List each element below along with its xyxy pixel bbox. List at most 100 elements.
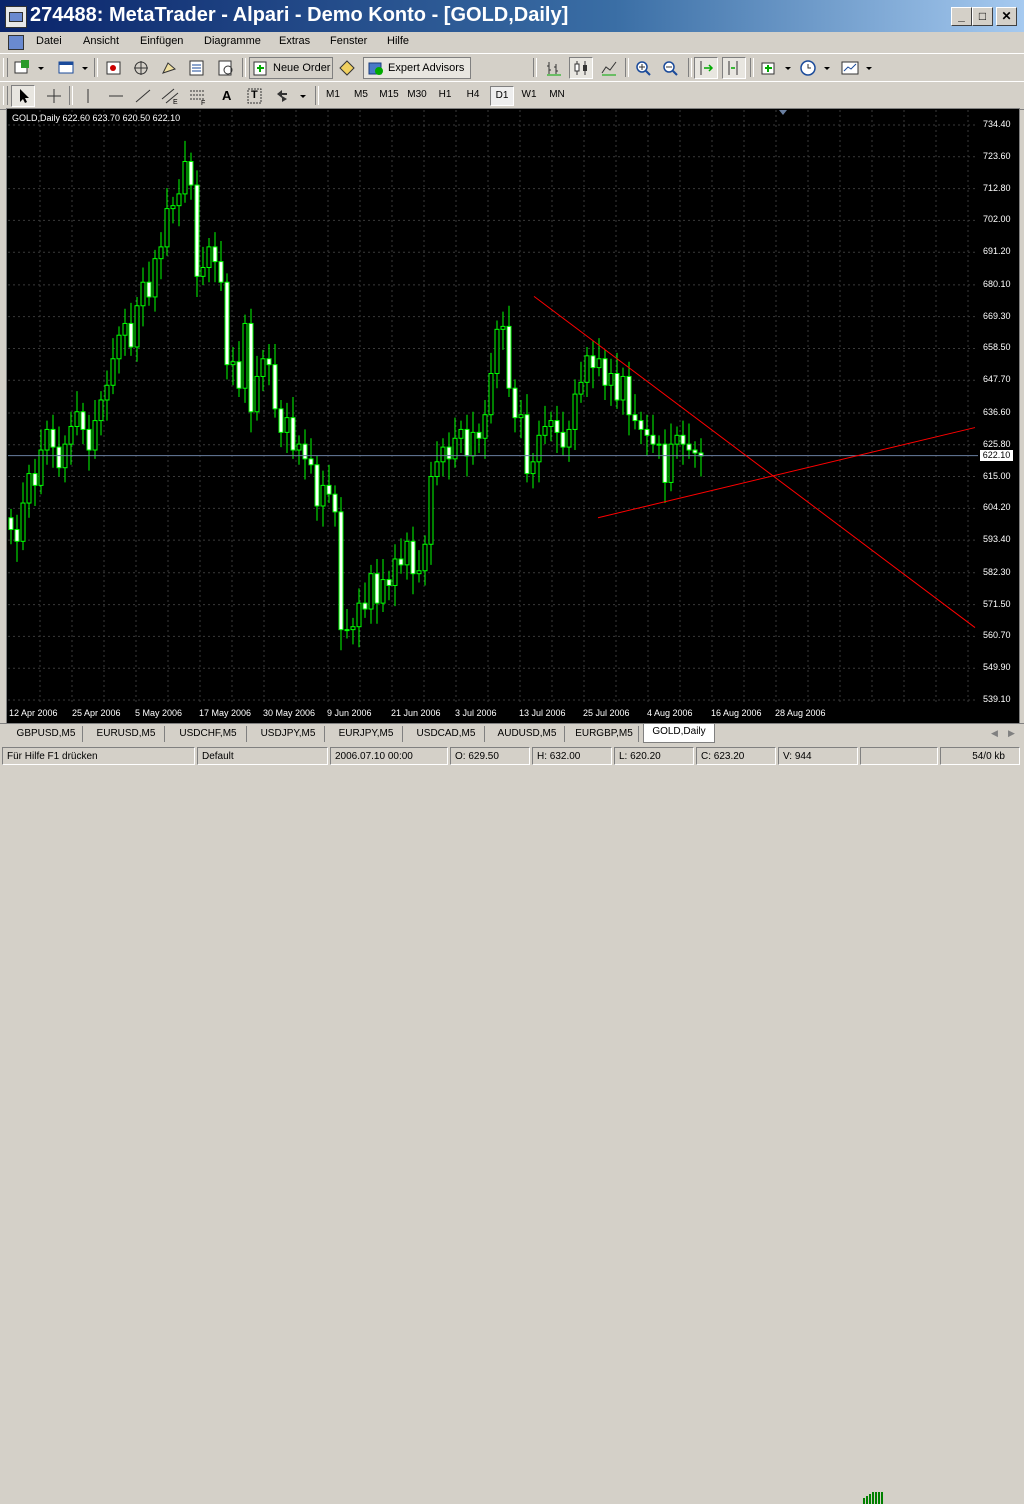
tab-audusd[interactable]: AUDUSD,M5 xyxy=(490,726,565,742)
price-axis-label: 658.50 xyxy=(983,342,1011,353)
vertical-line-icon[interactable] xyxy=(76,85,100,107)
timeframe-d1[interactable]: D1 xyxy=(490,86,514,106)
price-axis-label: 647.70 xyxy=(983,374,1011,385)
tab-gbpusd[interactable]: GBPUSD,M5 xyxy=(10,726,83,742)
arrows-icon[interactable] xyxy=(271,85,311,107)
timeframe-m1[interactable]: M1 xyxy=(322,86,344,104)
timeframe-h4[interactable]: H4 xyxy=(462,86,484,104)
price-axis-label: 723.60 xyxy=(983,150,1011,161)
title-bar: 274488: MetaTrader - Alpari - Demo Konto… xyxy=(0,0,1024,32)
tab-scroll-right-icon[interactable]: ▶ xyxy=(1008,728,1015,739)
price-axis-label: 636.60 xyxy=(983,406,1011,417)
cursor-icon[interactable] xyxy=(11,85,35,107)
zoom-in-icon[interactable] xyxy=(632,57,656,79)
timeframe-mn[interactable]: MN xyxy=(545,86,569,104)
crosshair-icon[interactable] xyxy=(42,85,66,107)
status-help: Für Hilfe F1 drücken xyxy=(2,747,195,765)
close-button[interactable]: ✕ xyxy=(996,7,1017,26)
status-connection xyxy=(860,747,938,765)
timeframe-h1[interactable]: H1 xyxy=(434,86,456,104)
menu-fenster[interactable]: Fenster xyxy=(330,35,367,47)
market-watch-icon[interactable] xyxy=(102,57,126,79)
svg-text:F: F xyxy=(201,100,205,106)
new-chart-icon[interactable] xyxy=(10,57,46,79)
menu-einfuegen[interactable]: Einfügen xyxy=(140,35,183,47)
bar-chart-icon[interactable] xyxy=(542,57,566,79)
new-order-label: Neue Order xyxy=(273,62,331,74)
navigator-icon[interactable] xyxy=(129,57,153,79)
price-axis-label: 571.50 xyxy=(983,598,1011,609)
text-tool-icon[interactable]: A xyxy=(215,85,239,107)
maximize-button[interactable]: □ xyxy=(972,7,993,26)
line-chart-icon[interactable] xyxy=(597,57,621,79)
date-axis-label: 12 Apr 2006 xyxy=(9,708,58,718)
zoom-out-icon[interactable] xyxy=(659,57,683,79)
standard-toolbar: Neue Order Expert Advisors xyxy=(0,53,1024,82)
app-icon xyxy=(5,6,27,28)
status-profile: Default xyxy=(197,747,328,765)
price-axis-label: 712.80 xyxy=(983,182,1011,193)
menu-hilfe[interactable]: Hilfe xyxy=(387,35,409,47)
timeframe-w1[interactable]: W1 xyxy=(518,86,540,104)
profiles-icon[interactable] xyxy=(54,57,90,79)
tab-eurjpy[interactable]: EURJPY,M5 xyxy=(330,726,403,742)
date-axis-label: 30 May 2006 xyxy=(263,708,316,718)
price-axis-label: 593.40 xyxy=(983,534,1011,545)
menu-datei[interactable]: Datei xyxy=(36,35,62,47)
date-axis-label: 13 Jul 2006 xyxy=(519,708,566,718)
document-icon[interactable] xyxy=(8,35,24,50)
status-low: L: 620.20 xyxy=(614,747,694,765)
tab-usdcad[interactable]: USDCAD,M5 xyxy=(408,726,485,742)
metaeditor-icon[interactable] xyxy=(335,57,359,79)
drawing-toolbar: E F A T M1 M5 M15 M30 H1 H4 D1 W1 MN xyxy=(0,81,1024,110)
price-axis-label: 734.40 xyxy=(983,119,1011,129)
templates-icon[interactable] xyxy=(838,57,874,79)
new-order-button[interactable]: Neue Order xyxy=(249,57,333,79)
menu-ansicht[interactable]: Ansicht xyxy=(83,35,119,47)
chart-header: GOLD,Daily 622.60 623.70 620.50 622.10 xyxy=(12,113,181,123)
price-axis-label: 625.80 xyxy=(983,438,1011,449)
equidistant-channel-icon[interactable]: E xyxy=(158,85,182,107)
timeframe-m15[interactable]: M15 xyxy=(377,86,401,104)
trendline-icon[interactable] xyxy=(131,85,155,107)
date-axis-label: 4 Aug 2006 xyxy=(647,708,693,718)
date-axis-label: 9 Jun 2006 xyxy=(327,708,372,718)
date-axis-label: 5 May 2006 xyxy=(135,708,183,718)
menu-diagramme[interactable]: Diagramme xyxy=(204,35,261,47)
indicators-icon[interactable] xyxy=(757,57,793,79)
expert-advisors-icon xyxy=(368,62,383,75)
date-axis-label: 28 Aug 2006 xyxy=(775,708,826,718)
status-open: O: 629.50 xyxy=(450,747,530,765)
svg-text:E: E xyxy=(173,99,178,106)
terminal-icon[interactable] xyxy=(185,57,209,79)
tab-eurusd[interactable]: EURUSD,M5 xyxy=(88,726,165,742)
tab-scroll-left-icon[interactable]: ◀ xyxy=(991,728,998,739)
expert-advisors-button[interactable]: Expert Advisors xyxy=(363,57,471,79)
price-axis-label: 539.10 xyxy=(983,694,1011,704)
current-price-label: 622.10 xyxy=(980,450,1013,461)
tab-usdjpy[interactable]: USDJPY,M5 xyxy=(252,726,325,742)
minimize-button[interactable]: _ xyxy=(951,7,972,26)
menu-extras[interactable]: Extras xyxy=(279,35,310,47)
menu-bar: Datei Ansicht Einfügen Diagramme Extras … xyxy=(0,32,1024,81)
autoscroll-icon[interactable] xyxy=(694,57,718,79)
price-axis-label: 669.30 xyxy=(983,310,1011,321)
timeframe-m5[interactable]: M5 xyxy=(350,86,372,104)
tab-eurgbp[interactable]: EURGBP,M5 xyxy=(570,726,639,742)
tester-icon[interactable] xyxy=(214,57,238,79)
price-axis-label: 615.00 xyxy=(983,470,1011,481)
price-axis-label: 680.10 xyxy=(983,278,1011,289)
data-window-icon[interactable] xyxy=(157,57,181,79)
fibonacci-icon[interactable]: F xyxy=(186,85,210,107)
chart-window[interactable] xyxy=(6,108,1020,724)
tab-gold-daily[interactable]: GOLD,Daily xyxy=(643,724,715,743)
status-traffic: 54/0 kb xyxy=(940,747,1020,765)
text-label-icon[interactable]: T xyxy=(243,85,267,107)
periods-icon[interactable] xyxy=(796,57,832,79)
timeframe-m30[interactable]: M30 xyxy=(405,86,429,104)
candlestick-icon[interactable] xyxy=(569,57,593,79)
price-axis-label: 560.70 xyxy=(983,630,1011,641)
horizontal-line-icon[interactable] xyxy=(104,85,128,107)
chart-shift-icon[interactable] xyxy=(722,57,746,79)
tab-usdchf[interactable]: USDCHF,M5 xyxy=(170,726,247,742)
